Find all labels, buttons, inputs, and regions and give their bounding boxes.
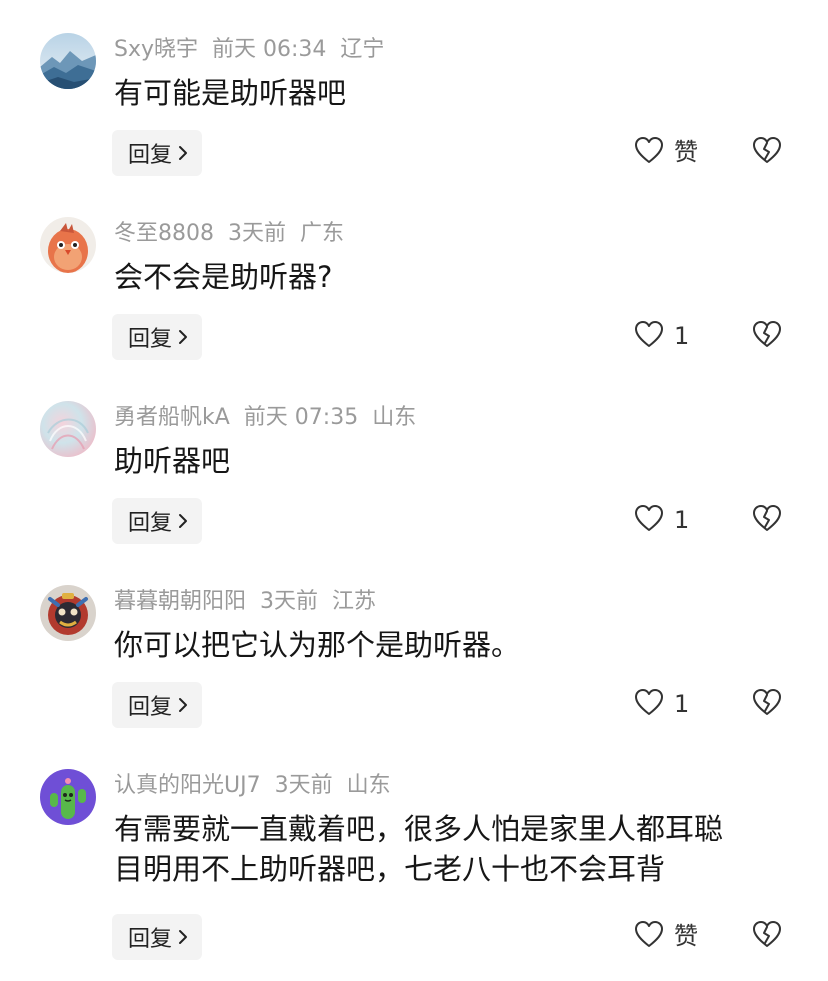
reply-label: 回复: [128, 511, 173, 536]
timestamp: 3天前: [260, 589, 319, 614]
comment-text: 有需要就一直戴着吧，很多人怕是家里人都耳聪 目明用不上助听器吧，七老八十也不会耳…: [114, 809, 804, 889]
reply-label: 回复: [128, 695, 173, 720]
username[interactable]: 认真的阳光UJ7: [114, 773, 261, 798]
like-button[interactable]: 赞: [634, 920, 698, 952]
comment-actions: 回复 1: [0, 682, 828, 728]
like-button[interactable]: 1: [634, 688, 689, 720]
reply-button[interactable]: 回复: [112, 914, 203, 960]
comment-line: 目明用不上助听器吧，七老八十也不会耳背: [114, 852, 666, 886]
avatar[interactable]: [40, 401, 96, 457]
avatar[interactable]: [40, 33, 96, 89]
timestamp: 3天前: [228, 221, 286, 246]
username[interactable]: 勇者船帆kA: [114, 405, 230, 430]
comment-line: 你可以把它认为那个是助听器。: [114, 628, 521, 662]
chevron-right-icon: [178, 929, 188, 945]
avatar[interactable]: [40, 585, 96, 641]
heart-outline-icon: [634, 688, 664, 720]
reply-button[interactable]: 回复: [112, 314, 203, 360]
comment-actions: 回复 赞: [0, 130, 828, 176]
comment-meta: 暮暮朝朝阳阳 3天前 江苏: [114, 587, 390, 617]
heart-outline-icon: [634, 504, 664, 536]
username[interactable]: 暮暮朝朝阳阳: [114, 589, 246, 614]
dislike-button[interactable]: [752, 504, 782, 536]
like-count: 1: [674, 322, 690, 350]
reply-label: 回复: [128, 143, 173, 168]
dislike-button[interactable]: [752, 920, 782, 952]
avatar[interactable]: [40, 217, 96, 273]
comment-line: 会不会是助听器?: [114, 260, 333, 294]
broken-heart-icon: [752, 689, 782, 720]
heart-outline-icon: [634, 320, 664, 352]
comment-meta: Sxy晓宇 前天 06:34 辽宁: [114, 35, 398, 65]
comment-actions: 回复 1: [0, 314, 828, 360]
chevron-right-icon: [178, 145, 188, 161]
broken-heart-icon: [752, 137, 782, 168]
comment-line: 有可能是助听器吧: [114, 76, 347, 110]
reply-button[interactable]: 回复: [112, 682, 203, 728]
comment-line: 助听器吧: [114, 444, 231, 478]
avatar[interactable]: [40, 769, 96, 825]
location: 辽宁: [340, 37, 385, 62]
like-button[interactable]: 赞: [634, 136, 698, 168]
broken-heart-icon: [752, 505, 782, 536]
dislike-button[interactable]: [752, 688, 782, 720]
comment-list: Sxy晓宇 前天 06:34 辽宁 有可能是助听器吧 回复 赞 冬至8808 3…: [0, 0, 828, 981]
like-count: 赞: [674, 138, 698, 166]
like-button[interactable]: 1: [634, 320, 689, 352]
reply-button[interactable]: 回复: [112, 130, 203, 176]
like-count: 1: [674, 690, 690, 718]
comment-text: 你可以把它认为那个是助听器。: [114, 625, 804, 665]
location: 广东: [300, 221, 345, 246]
comment-text: 有可能是助听器吧: [114, 73, 804, 113]
chevron-right-icon: [178, 329, 188, 345]
like-button[interactable]: 1: [634, 504, 689, 536]
chevron-right-icon: [178, 513, 188, 529]
broken-heart-icon: [752, 921, 782, 952]
timestamp: 3天前: [274, 773, 333, 798]
chevron-right-icon: [178, 697, 188, 713]
like-count: 1: [674, 506, 690, 534]
comment-line: 有需要就一直戴着吧，很多人怕是家里人都耳聪: [114, 812, 724, 846]
location: 山东: [346, 773, 391, 798]
username[interactable]: 冬至8808: [114, 221, 214, 246]
location: 山东: [372, 405, 417, 430]
comment-actions: 回复 1: [0, 498, 828, 544]
reply-label: 回复: [128, 327, 173, 352]
broken-heart-icon: [752, 321, 782, 352]
location: 江苏: [332, 589, 377, 614]
comment-meta: 认真的阳光UJ7 3天前 山东: [114, 771, 405, 801]
reply-label: 回复: [128, 927, 173, 952]
comment-text: 助听器吧: [114, 441, 804, 481]
dislike-button[interactable]: [752, 136, 782, 168]
dislike-button[interactable]: [752, 320, 782, 352]
like-count: 赞: [674, 922, 698, 950]
comment-meta: 冬至8808 3天前 广东: [114, 219, 358, 249]
heart-outline-icon: [634, 920, 664, 952]
reply-button[interactable]: 回复: [112, 498, 203, 544]
timestamp: 前天 07:35: [243, 405, 359, 430]
timestamp: 前天 06:34: [212, 37, 327, 62]
comment-text: 会不会是助听器?: [114, 257, 804, 297]
comment-meta: 勇者船帆kA 前天 07:35 山东: [114, 403, 430, 433]
username[interactable]: Sxy晓宇: [114, 37, 198, 62]
comment-actions: 回复 赞: [0, 914, 828, 960]
heart-outline-icon: [634, 136, 664, 168]
